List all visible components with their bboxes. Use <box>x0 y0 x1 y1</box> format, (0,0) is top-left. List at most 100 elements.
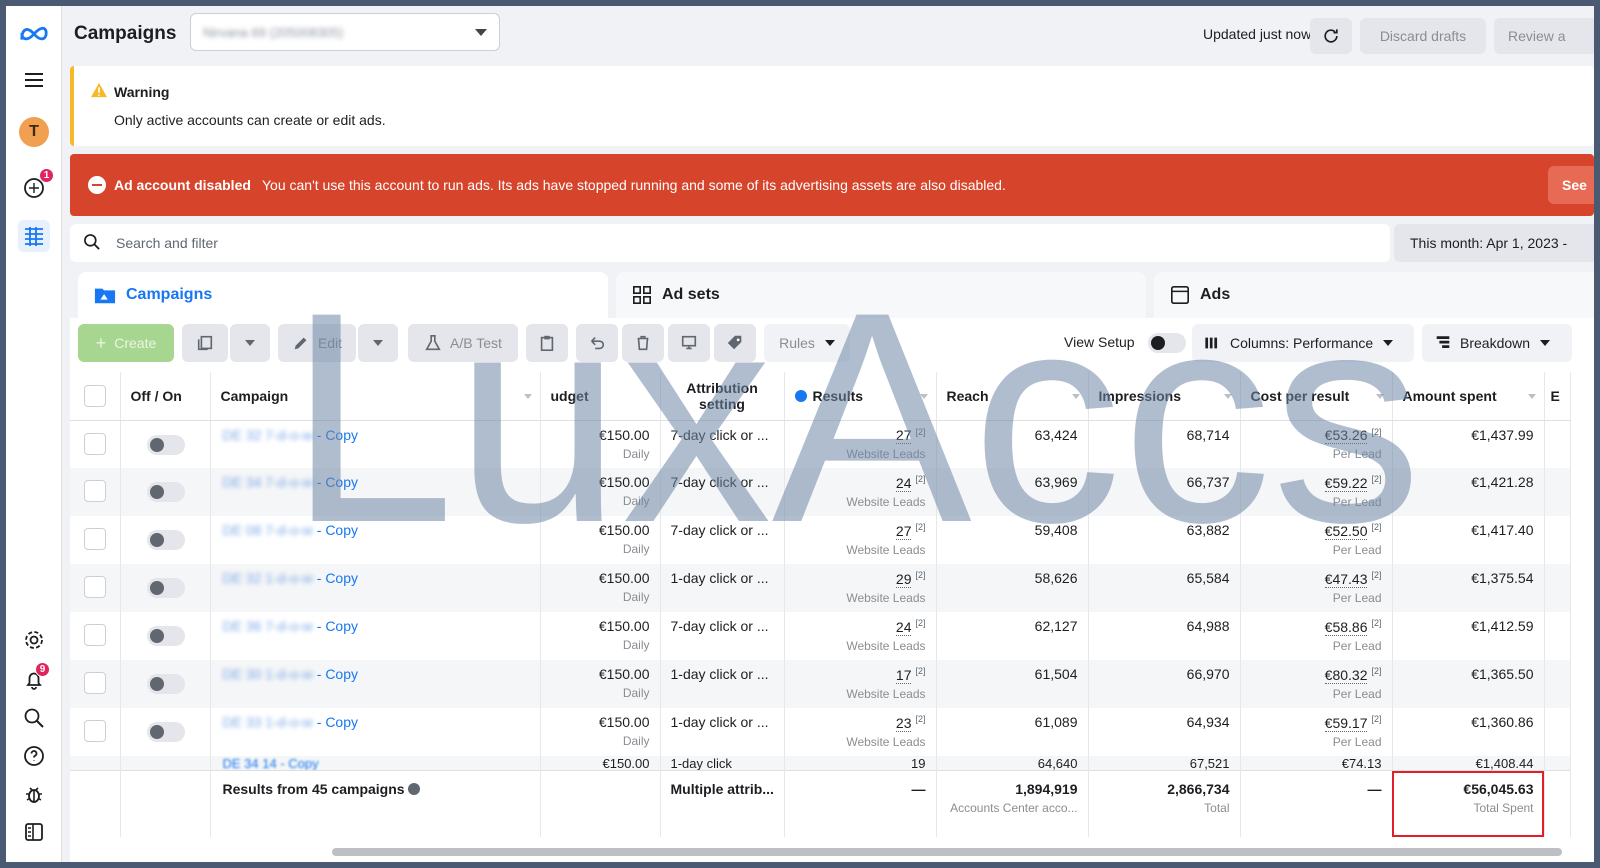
create-button[interactable]: + Create <box>78 324 174 362</box>
tab-ads[interactable]: Ads <box>1154 272 1594 318</box>
row-checkbox[interactable] <box>83 720 106 742</box>
columns-dropdown[interactable]: Columns: Performance <box>1192 324 1414 362</box>
see-details-button[interactable]: See <box>1548 166 1594 204</box>
edit-button[interactable]: Edit <box>278 324 356 362</box>
col-off-on[interactable]: Off / On <box>120 372 211 421</box>
date-range-picker[interactable]: This month: Apr 1, 2023 - <box>1394 224 1594 262</box>
budget-cell: €150.00 Daily <box>540 612 661 660</box>
col-extra[interactable]: E <box>1544 372 1571 421</box>
table-row[interactable]: DE 34 7-d-o-w - Copy €150.00 Daily 7-day c… <box>70 468 1571 516</box>
help-icon[interactable] <box>18 740 50 772</box>
results-value[interactable]: 27 <box>895 522 912 540</box>
campaign-toggle[interactable] <box>146 674 185 694</box>
results-value[interactable]: 24 <box>895 618 912 636</box>
edit-options-button[interactable] <box>358 324 398 362</box>
campaigns-grid-icon[interactable] <box>18 220 50 252</box>
cost-value[interactable]: €80.32 <box>1324 666 1368 684</box>
duplicate-button[interactable] <box>182 324 228 362</box>
cost-value[interactable]: €47.43 <box>1324 570 1368 588</box>
results-value[interactable]: 27 <box>895 427 912 445</box>
menu-icon[interactable] <box>18 64 50 96</box>
search-icon[interactable] <box>18 702 50 734</box>
row-checkbox[interactable] <box>83 576 106 598</box>
tag-button[interactable] <box>714 324 756 362</box>
settings-gear-icon[interactable] <box>18 624 50 656</box>
col-reach[interactable]: Reach <box>936 372 1089 421</box>
row-checkbox[interactable] <box>83 432 106 455</box>
campaign-name-link[interactable]: DE 33 1-d-o-w - Copy <box>223 714 359 730</box>
campaign-toggle[interactable] <box>146 626 185 646</box>
col-campaign[interactable]: Campaign <box>210 372 541 421</box>
search-input[interactable] <box>116 235 1016 251</box>
info-icon[interactable] <box>408 783 421 795</box>
breakdown-dropdown[interactable]: Breakdown <box>1422 324 1572 362</box>
campaign-name-link[interactable]: DE 36 7-d-o-w - Copy <box>223 618 359 634</box>
clipboard-button[interactable] <box>526 324 568 362</box>
meta-logo-icon[interactable] <box>18 18 50 50</box>
campaign-name-link[interactable]: DE 32 7-d-o-w - Copy <box>223 427 359 443</box>
duplicate-options-button[interactable] <box>230 324 270 362</box>
tab-ad-sets[interactable]: Ad sets <box>616 272 1146 318</box>
col-cost-per-result[interactable]: Cost per result <box>1240 372 1393 421</box>
bell-icon[interactable]: 9 <box>18 662 50 696</box>
col-amount-spent[interactable]: Amount spent <box>1392 372 1545 421</box>
avatar[interactable]: T <box>18 116 50 148</box>
cost-value[interactable]: €52.50 <box>1324 522 1368 540</box>
tab-campaigns[interactable]: Campaigns <box>78 272 608 318</box>
results-value[interactable]: 29 <box>895 570 912 588</box>
select-all-checkbox[interactable] <box>83 384 106 407</box>
preview-button[interactable] <box>668 324 710 362</box>
table-row[interactable]: DE 33 1-d-o-w - Copy €150.00 Daily 1-day c… <box>70 708 1571 756</box>
row-checkbox[interactable] <box>83 528 106 550</box>
horizontal-scrollbar[interactable] <box>332 848 1562 856</box>
campaign-toggle[interactable] <box>146 578 185 598</box>
rules-dropdown[interactable]: Rules <box>764 324 850 362</box>
table-row[interactable]: DE 32 1-d-o-w - Copy €150.00 Daily 1-day c… <box>70 564 1571 612</box>
sidebar-toggle-icon[interactable] <box>18 816 50 848</box>
cost-value[interactable]: €59.17 <box>1324 714 1368 732</box>
cost-note: [2] <box>1371 666 1382 676</box>
row-checkbox[interactable] <box>83 672 106 694</box>
campaign-toggle[interactable] <box>146 530 185 550</box>
refresh-button[interactable] <box>1310 18 1352 54</box>
col-impressions[interactable]: Impressions <box>1088 372 1241 421</box>
campaign-name-link[interactable]: DE 30 1-d-o-w - Copy <box>223 666 359 682</box>
campaign-name-link[interactable]: DE 34 7-d-o-w - Copy <box>223 474 359 490</box>
view-setup-toggle[interactable] <box>1148 333 1186 353</box>
cost-value[interactable]: €59.22 <box>1324 474 1368 492</box>
ab-test-button[interactable]: A/B Test <box>408 324 518 362</box>
account-overview-icon[interactable]: 1 <box>18 168 54 204</box>
col-attribution[interactable]: Attribution setting <box>660 372 785 421</box>
results-value[interactable]: 23 <box>895 714 912 732</box>
review-button[interactable]: Review a <box>1494 18 1594 54</box>
bug-report-icon[interactable] <box>18 778 50 810</box>
undo-button[interactable] <box>576 324 618 362</box>
table-row[interactable]: DE 30 1-d-o-w - Copy €150.00 Daily 1-day c… <box>70 660 1571 708</box>
cost-value[interactable]: €58.86 <box>1324 618 1368 636</box>
col-results[interactable]: Results <box>784 372 937 421</box>
results-value[interactable]: 24 <box>895 474 912 492</box>
reach-value: 58,626 <box>1034 570 1078 586</box>
account-selector[interactable]: Nirvana 69 (205008305) <box>190 13 500 51</box>
campaign-toggle[interactable] <box>146 482 185 502</box>
campaign-name-link[interactable]: DE 34 14 - Copy <box>223 756 319 771</box>
results-value[interactable]: 17 <box>895 666 912 684</box>
row-checkbox[interactable] <box>83 480 106 502</box>
table-row[interactable]: DE 32 7-d-o-w - Copy €150.00 Daily 7-day c… <box>70 420 1571 468</box>
table-row[interactable]: DE 08 7-d-o-w - Copy €150.00 Daily 7-day c… <box>70 516 1571 564</box>
campaign-name-prefix: DE 34 7-d-o-w <box>222 474 313 490</box>
row-checkbox[interactable] <box>83 624 106 646</box>
campaign-toggle[interactable] <box>146 722 185 742</box>
campaign-name-link[interactable]: DE 08 7-d-o-w - Copy <box>223 522 359 538</box>
impressions-value: 66,737 <box>1186 474 1230 490</box>
campaign-name-link[interactable]: DE 32 1-d-o-w - Copy <box>223 570 359 586</box>
campaign-toggle[interactable] <box>146 434 185 455</box>
spent-cell: €1,375.54 <box>1392 564 1545 612</box>
table-row[interactable]: DE 36 7-d-o-w - Copy €150.00 Daily 7-day c… <box>70 612 1571 660</box>
discard-drafts-button[interactable]: Discard drafts <box>1360 18 1486 54</box>
col-budget[interactable]: udget <box>540 372 661 421</box>
cost-value[interactable]: €53.26 <box>1324 427 1368 445</box>
table-row-partial[interactable]: DE 34 14 - Copy €150.00 1-day click 19 64,64… <box>70 756 1571 771</box>
attribution-value: 7-day click or ... <box>670 618 769 634</box>
delete-button[interactable] <box>622 324 664 362</box>
